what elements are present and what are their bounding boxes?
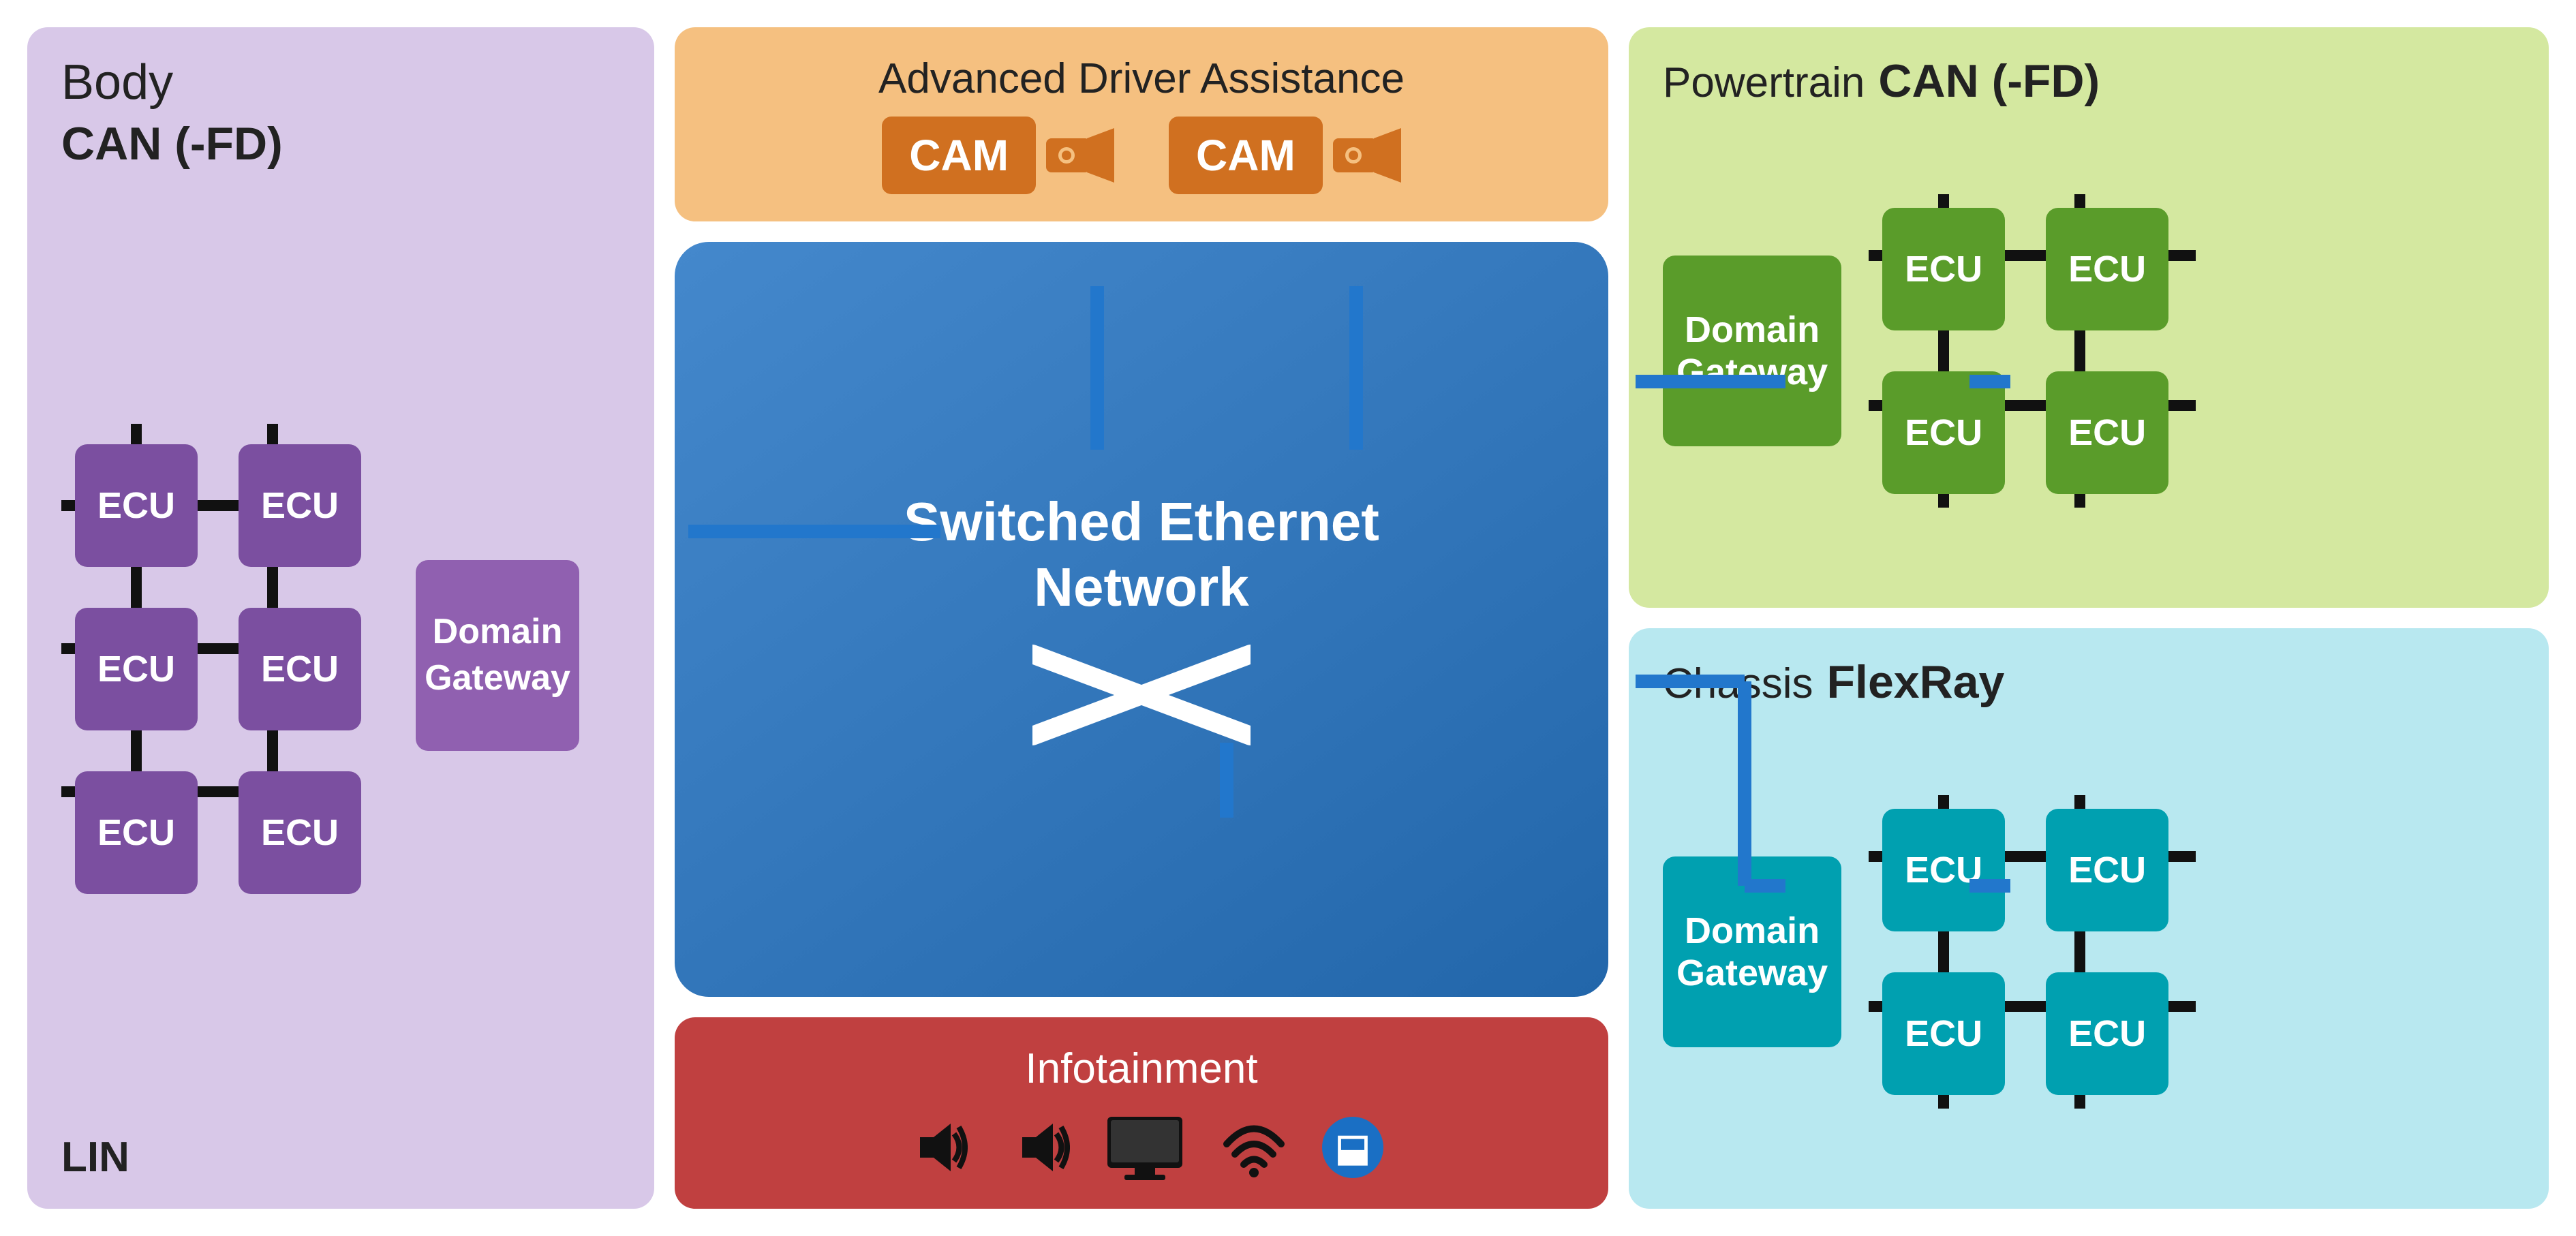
speaker-icon-1	[900, 1113, 968, 1181]
adas-panel: Advanced Driver Assistance CAM CAM	[675, 27, 1608, 221]
infotainment-title: Infotainment	[1025, 1045, 1257, 1093]
body-ecu-2: ECU	[239, 444, 361, 567]
powertrain-header: Powertrain CAN (-FD)	[1663, 55, 2515, 108]
chassis-header: Chassis FlexRay	[1663, 655, 2515, 709]
body-lin-label: LIN	[61, 1113, 620, 1181]
body-subtitle: CAN (-FD)	[61, 117, 620, 170]
powertrain-panel: Powertrain CAN (-FD) DomainGateway	[1629, 27, 2549, 608]
cam-box-2: CAM	[1169, 117, 1323, 194]
chassis-ecu-3: ECU	[1882, 972, 2005, 1095]
body-ecu-grid-wrapper: ECU ECU ECU ECU ECU ECU	[61, 424, 388, 887]
chassis-ecu-4: ECU	[2046, 972, 2168, 1095]
cam-row: CAM CAM	[882, 117, 1401, 194]
bluetooth-icon: ⬓	[1322, 1117, 1383, 1178]
body-ecu-3: ECU	[75, 608, 198, 730]
right-column: Powertrain CAN (-FD) DomainGateway	[1629, 27, 2549, 1209]
body-ecu-grid: ECU ECU ECU ECU ECU ECU	[75, 444, 388, 894]
ethernet-switch: Switched EthernetNetwork	[675, 242, 1608, 997]
powertrain-ecu-1: ECU	[1882, 208, 2005, 330]
chassis-title: Chassis	[1663, 660, 1813, 708]
body-ecu-section: ECU ECU ECU ECU ECU ECU DomainGateway	[61, 198, 620, 1113]
powertrain-ecu-3: ECU	[1882, 371, 2005, 494]
chassis-domain-gateway: DomainGateway	[1663, 856, 1841, 1047]
body-ecu-1: ECU	[75, 444, 198, 567]
powertrain-subtitle: CAN (-FD)	[1878, 55, 2100, 108]
chassis-ecu-2: ECU	[2046, 809, 2168, 931]
monitor-icon	[1104, 1113, 1186, 1181]
chassis-ecu-1: ECU	[1882, 809, 2005, 931]
body-domain-gateway: DomainGateway	[416, 560, 579, 751]
body-gw-wrapper: DomainGateway	[416, 560, 579, 751]
switch-icon	[1032, 640, 1251, 750]
chassis-ecu-grid: ECU ECU ECU ECU	[1882, 809, 2196, 1095]
body-ecu-5: ECU	[75, 771, 198, 894]
powertrain-domain-gateway: DomainGateway	[1663, 256, 1841, 446]
body-title: Body	[61, 55, 620, 110]
powertrain-title: Powertrain	[1663, 59, 1865, 107]
powertrain-content: DomainGateway ECU ECU ECU	[1663, 121, 2515, 581]
body-ecu-4: ECU	[239, 608, 361, 730]
chassis-panel: Chassis FlexRay DomainGateway ECU	[1629, 628, 2549, 1209]
powertrain-ecu-grid: ECU ECU ECU ECU	[1882, 208, 2196, 494]
infotainment-icons: ⬓	[900, 1113, 1383, 1181]
center-column: Advanced Driver Assistance CAM CAM	[675, 27, 1608, 1209]
powertrain-ecu-wrapper: ECU ECU ECU ECU	[1869, 194, 2196, 508]
cam-unit-2: CAM	[1169, 117, 1401, 194]
main-container: Body CAN (-FD) ECU ECU ECU	[0, 0, 2576, 1236]
body-ecu-6: ECU	[239, 771, 361, 894]
infotainment-panel: Infotainment	[675, 1017, 1608, 1209]
cam-unit-1: CAM	[882, 117, 1114, 194]
cam-icon-1	[1046, 128, 1114, 183]
chassis-subtitle: FlexRay	[1827, 655, 2005, 709]
wifi-icon	[1220, 1117, 1288, 1178]
powertrain-ecu-4: ECU	[2046, 371, 2168, 494]
powertrain-ecu-2: ECU	[2046, 208, 2168, 330]
speaker-icon-2	[1002, 1113, 1070, 1181]
chassis-content: DomainGateway ECU ECU ECU ECU	[1663, 722, 2515, 1181]
body-domain-panel: Body CAN (-FD) ECU ECU ECU	[27, 27, 654, 1209]
adas-title: Advanced Driver Assistance	[878, 55, 1405, 103]
ethernet-title: Switched EthernetNetwork	[904, 489, 1379, 620]
cam-icon-2	[1333, 128, 1401, 183]
cam-box-1: CAM	[882, 117, 1036, 194]
chassis-ecu-wrapper: ECU ECU ECU ECU	[1869, 795, 2196, 1109]
